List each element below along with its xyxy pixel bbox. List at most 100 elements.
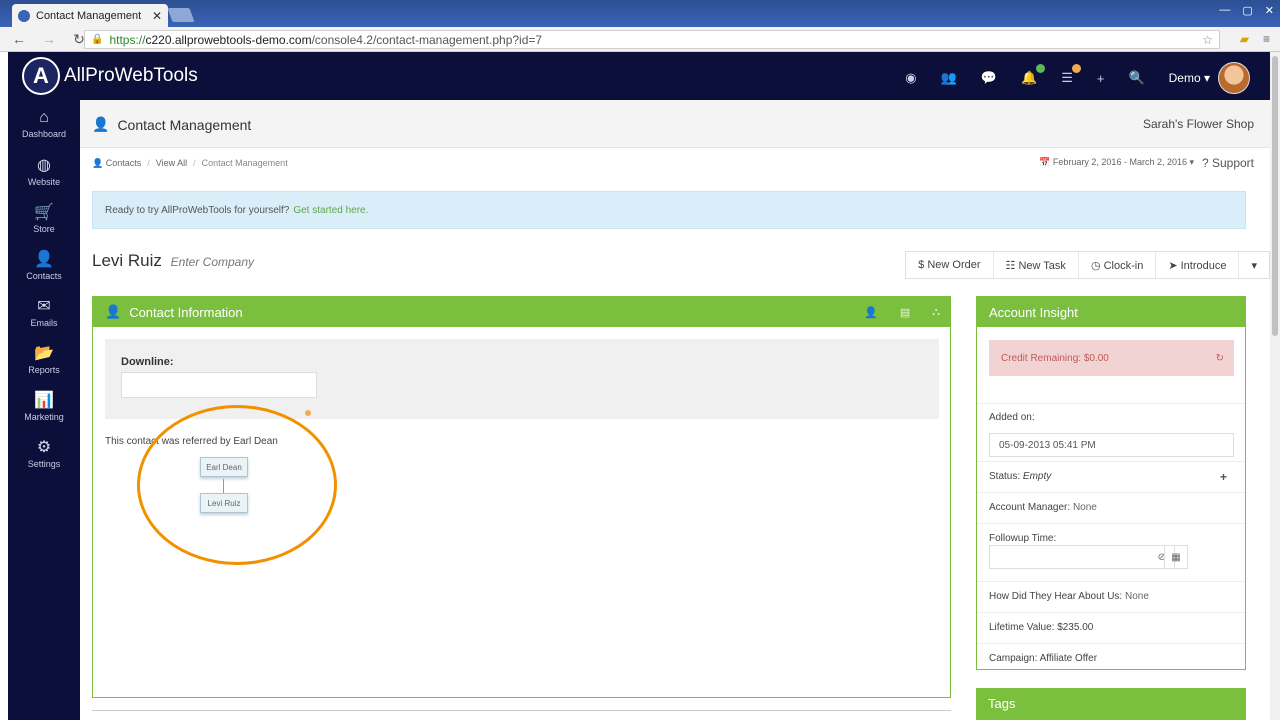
- introduce-button[interactable]: ➤ Introduce: [1156, 252, 1240, 278]
- logo-text: AllProWebTools: [64, 65, 198, 86]
- support-link[interactable]: ? Support: [1202, 156, 1254, 170]
- sidebar-item-marketing[interactable]: 📊 Marketing: [8, 382, 80, 429]
- lifetime-value: $235.00: [1057, 622, 1094, 633]
- followup-input[interactable]: ⊘: [989, 545, 1175, 569]
- contact-actions: $ New Order ☷ New Task ◷ Clock-in ➤ Intr…: [905, 251, 1270, 279]
- campaign-row: Campaign: Affiliate Offer: [977, 643, 1245, 670]
- user-menu[interactable]: Demo ▾: [1169, 62, 1250, 94]
- bookmark-star-icon[interactable]: ☆: [1202, 33, 1213, 47]
- account-manager-value[interactable]: None: [1073, 502, 1097, 513]
- company-field[interactable]: Enter Company: [171, 255, 254, 269]
- sidebar-item-label: Reports: [28, 364, 60, 375]
- url-host: c220.allprowebtools-demo.com: [145, 32, 312, 47]
- page-title: 👤 Contact Management: [92, 116, 251, 133]
- book-view-icon[interactable]: ▤: [900, 306, 910, 319]
- forward-icon[interactable]: →: [38, 31, 60, 47]
- breadcrumb-view-all[interactable]: View All: [156, 158, 187, 169]
- app: A AllProWebTools ◉ 👥 💬 🔔 ☰ + 🔍 Demo ▾ ⌂ …: [8, 52, 1270, 720]
- tasks-button[interactable]: ☰: [1061, 64, 1081, 86]
- contact-information-panel: 👤 Contact Information 👤 ▤ ⛬ Downline: Th…: [92, 296, 951, 698]
- cart-icon: 🛒: [34, 203, 54, 221]
- sidebar: ⌂ Dashboard ◍ Website 🛒 Store 👤 Contacts…: [8, 100, 80, 720]
- hear-about-label: How Did They Hear About Us:: [989, 591, 1123, 602]
- chat-icon[interactable]: 💬: [981, 70, 997, 86]
- insight-header: Account Insight: [977, 297, 1245, 327]
- tasks-icon: ☰: [1061, 70, 1073, 85]
- person-view-icon[interactable]: 👤: [864, 306, 878, 319]
- logo[interactable]: A AllProWebTools: [22, 57, 198, 95]
- more-actions-dropdown[interactable]: ▾: [1239, 252, 1269, 278]
- followup-label: Followup Time:: [989, 533, 1057, 544]
- clock-in-button[interactable]: ◷ Clock-in: [1079, 252, 1157, 278]
- status-label: Status:: [989, 471, 1021, 482]
- sidebar-item-dashboard[interactable]: ⌂ Dashboard: [8, 100, 80, 147]
- credit-text: Credit Remaining: $0.00: [1001, 352, 1109, 364]
- new-task-button[interactable]: ☷ New Task: [994, 252, 1079, 278]
- add-status-icon[interactable]: +: [1220, 470, 1227, 484]
- refresh-icon[interactable]: ↻: [1216, 353, 1224, 364]
- main-content: 👤 Contact Management Sarah's Flower Shop…: [80, 100, 1270, 720]
- credit-remaining: Credit Remaining: $0.00 ↻: [989, 340, 1234, 376]
- url-path: /console4.2/contact-management.php?id=7: [311, 32, 543, 47]
- sidebar-item-store[interactable]: 🛒 Store: [8, 194, 80, 241]
- extension-icon[interactable]: ▰: [1240, 32, 1249, 46]
- breadcrumb-separator: /: [193, 158, 196, 168]
- hear-about-row: How Did They Hear About Us: None: [977, 581, 1245, 612]
- bar-chart-icon: 📊: [34, 391, 54, 409]
- breadcrumb-contacts[interactable]: 👤 Contacts: [92, 158, 141, 169]
- contact-name-text[interactable]: Levi Ruiz: [92, 251, 162, 270]
- plus-icon[interactable]: +: [1097, 71, 1105, 86]
- menu-icon[interactable]: ≡: [1263, 32, 1270, 46]
- sidebar-item-label: Dashboard: [21, 128, 67, 139]
- close-window-button[interactable]: ✕: [1265, 4, 1274, 17]
- sidebar-item-label: Store: [33, 223, 55, 234]
- maximize-button[interactable]: ▢: [1242, 4, 1252, 17]
- url-field[interactable]: 🔒 https:// c220.allprowebtools-demo.com …: [84, 30, 1220, 49]
- new-order-button[interactable]: $ New Order: [906, 252, 994, 278]
- notification-badge: [1036, 64, 1046, 73]
- campaign-value[interactable]: Affiliate Offer: [1040, 653, 1097, 664]
- calendar-icon: 📅: [1039, 157, 1051, 167]
- back-icon[interactable]: ←: [8, 31, 30, 47]
- downline-input[interactable]: [121, 372, 317, 398]
- added-on-row: Added on: 05-09-2013 05:41 PM: [977, 403, 1245, 465]
- page-scrollbar[interactable]: [1270, 52, 1280, 720]
- tags-panel-header[interactable]: Tags: [976, 688, 1246, 720]
- browser-tab[interactable]: Contact Management ✕: [12, 4, 168, 27]
- sidebar-item-label: Emails: [30, 317, 58, 328]
- bell-icon: 🔔: [1021, 70, 1038, 85]
- close-tab-icon[interactable]: ✕: [152, 9, 162, 23]
- sidebar-item-label: Contacts: [26, 270, 62, 281]
- browser-window: Contact Management ✕ — ▢ ✕ ← → ↻ 🔒 https…: [0, 0, 1280, 720]
- eye-icon[interactable]: ◉: [905, 70, 916, 86]
- date-range-text: February 2, 2016 - March 2, 2016 ▾: [1052, 157, 1194, 167]
- minimize-button[interactable]: —: [1219, 4, 1230, 17]
- page-title-text: Contact Management: [117, 116, 252, 133]
- hierarchy-view-icon[interactable]: ⛬: [932, 306, 940, 319]
- search-icon[interactable]: 🔍: [1128, 70, 1144, 86]
- panel-header: 👤 Contact Information 👤 ▤ ⛬: [93, 297, 950, 327]
- account-manager-label: Account Manager:: [989, 502, 1071, 513]
- panel-tools: 👤 ▤ ⛬: [864, 306, 950, 319]
- sidebar-item-contacts[interactable]: 👤 Contacts: [8, 241, 80, 288]
- sidebar-item-settings[interactable]: ⚙ Settings: [8, 429, 80, 476]
- get-started-link[interactable]: Get started here.: [293, 205, 368, 216]
- user-icon: 👤: [105, 304, 122, 319]
- status-value[interactable]: Empty: [1023, 471, 1051, 482]
- sidebar-item-emails[interactable]: ✉ Emails: [8, 288, 80, 335]
- scrollbar-thumb[interactable]: [1272, 56, 1278, 336]
- logo-mark: A: [22, 57, 60, 95]
- users-icon[interactable]: 👥: [941, 70, 957, 86]
- notifications-button[interactable]: 🔔: [1021, 64, 1046, 86]
- date-range-picker[interactable]: 📅 February 2, 2016 - March 2, 2016 ▾: [1039, 157, 1194, 168]
- calendar-icon[interactable]: ▦: [1164, 545, 1188, 569]
- highlight-circle: [137, 405, 337, 565]
- tab-bar: Contact Management ✕ — ▢ ✕: [0, 0, 1280, 27]
- added-on-field[interactable]: 05-09-2013 05:41 PM: [989, 433, 1234, 457]
- downline-label: Downline:: [121, 356, 174, 368]
- sidebar-item-website[interactable]: ◍ Website: [8, 147, 80, 194]
- breadcrumb-current: Contact Management: [201, 158, 288, 168]
- hear-about-value[interactable]: None: [1125, 591, 1149, 602]
- sidebar-item-reports[interactable]: 📂 Reports: [8, 335, 80, 382]
- new-tab-button[interactable]: [167, 8, 195, 22]
